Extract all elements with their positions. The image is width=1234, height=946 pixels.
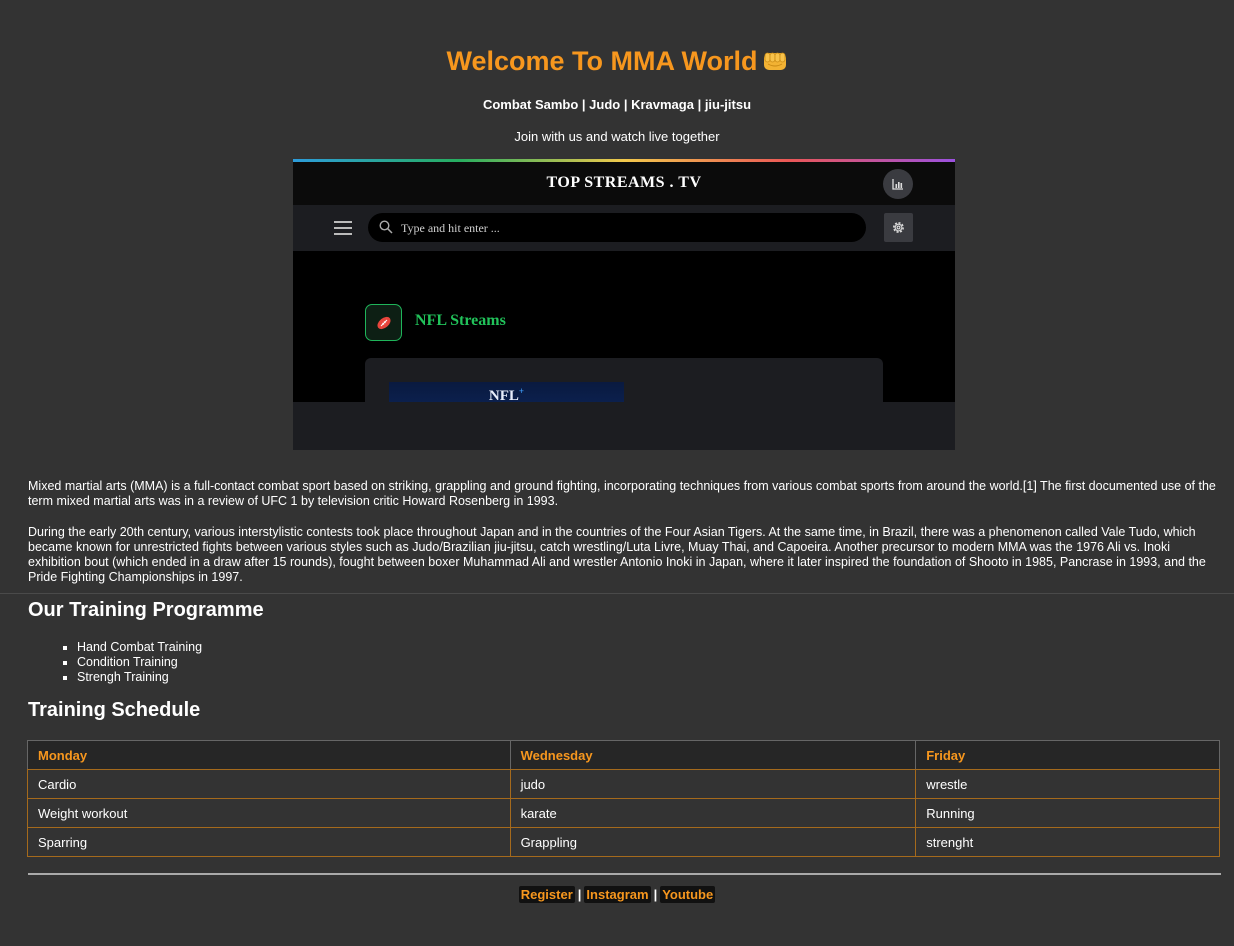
list-item: Strengh Training <box>77 670 202 685</box>
stats-button[interactable] <box>883 169 913 199</box>
footer-divider <box>28 873 1221 875</box>
schedule-table: Monday Wednesday Friday Cardio judo wres… <box>27 740 1220 857</box>
nfl-badge[interactable] <box>365 304 402 341</box>
list-item: Condition Training <box>77 655 202 670</box>
table-row: Sparring Grappling strenght <box>27 827 1220 857</box>
page-title: Welcome To MMA World <box>0 46 1234 77</box>
football-icon <box>376 316 391 329</box>
embed-nav <box>293 205 955 251</box>
table-cell: strenght <box>915 827 1220 857</box>
stats-icon <box>892 179 903 190</box>
embed-footer-bar <box>293 402 955 450</box>
register-link[interactable]: Register <box>518 886 575 903</box>
column-header: Wednesday <box>509 740 917 770</box>
embed-brand[interactable]: TOP STREAMS . TV <box>293 174 955 192</box>
link-separator: | <box>653 887 658 902</box>
table-row: Weight workout karate Running <box>27 798 1220 828</box>
tagline: Join with us and watch live together <box>514 129 720 144</box>
table-cell: Running <box>915 798 1220 828</box>
embed-header: TOP STREAMS . TV <box>293 162 955 205</box>
settings-button[interactable] <box>884 213 913 242</box>
table-cell: Weight workout <box>27 798 511 828</box>
table-header-row: Monday Wednesday Friday <box>27 740 1220 770</box>
embed-search-bar[interactable] <box>368 213 866 242</box>
article-paragraph-2: During the early 20th century, various i… <box>28 525 1206 584</box>
search-icon <box>379 220 393 234</box>
list-item: Hand Combat Training <box>77 640 202 655</box>
training-list: Hand Combat Training Condition Training … <box>58 640 202 685</box>
embed-search-input[interactable] <box>399 217 843 239</box>
table-row: Cardio judo wrestle <box>27 769 1220 799</box>
table-cell: karate <box>509 798 917 828</box>
table-cell: Cardio <box>27 769 511 799</box>
column-header: Friday <box>915 740 1220 770</box>
nfl-streams-title[interactable]: NFL Streams <box>415 312 506 330</box>
nfl-thumb-plus: + <box>518 386 525 396</box>
divider <box>0 593 1234 594</box>
table-cell: Sparring <box>27 827 511 857</box>
oncoming-fist-icon <box>763 52 786 70</box>
table-cell: judo <box>509 769 917 799</box>
martial-arts-subtitle: Combat Sambo | Judo | Kravmaga | jiu-jit… <box>482 97 752 112</box>
footer-links: Register | Instagram | Youtube <box>0 886 1234 903</box>
gear-icon <box>893 222 904 233</box>
page-title-text: Welcome To MMA World <box>446 46 758 76</box>
column-header: Monday <box>27 740 511 770</box>
article-paragraph-1: Mixed martial arts (MMA) is a full-conta… <box>28 479 1216 508</box>
youtube-link[interactable]: Youtube <box>660 886 716 903</box>
table-cell: Grappling <box>509 827 917 857</box>
link-separator: | <box>577 887 582 902</box>
embedded-stream-frame[interactable]: TOP STREAMS . TV Type and hit enter ... … <box>293 159 955 450</box>
instagram-link[interactable]: Instagram <box>584 886 651 903</box>
table-cell: wrestle <box>915 769 1220 799</box>
training-heading: Our Training Programme <box>28 599 264 621</box>
hamburger-menu-icon[interactable] <box>334 221 352 235</box>
schedule-heading: Training Schedule <box>28 699 201 721</box>
